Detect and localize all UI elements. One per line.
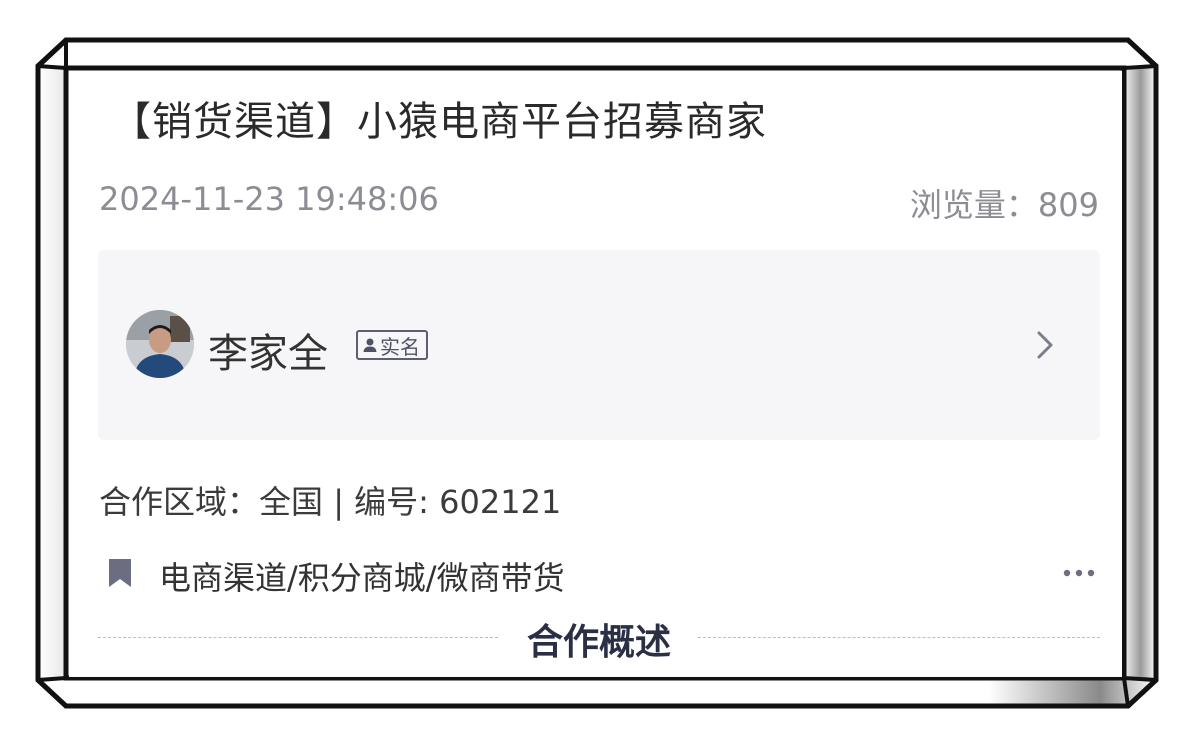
post-datetime: 2024-11-23 19:48:06	[99, 180, 439, 218]
bookmark-icon	[109, 559, 131, 587]
view-count-label: 浏览量：	[909, 186, 1038, 224]
view-count: 浏览量：809	[910, 180, 1099, 226]
person-icon	[363, 338, 377, 352]
more-dots-icon[interactable]	[1061, 567, 1101, 579]
divider-right	[698, 637, 1100, 638]
avatar[interactable]	[126, 310, 194, 378]
section-header: 合作概述	[98, 613, 1100, 663]
author-card[interactable]: 李家全 实名	[98, 250, 1100, 440]
post-card: 【销货渠道】小猿电商平台招募商家 2024-11-23 19:48:06 浏览量…	[69, 71, 1122, 677]
number-value: 602121	[439, 483, 562, 521]
author-name: 李家全	[208, 331, 328, 377]
post-title: 【销货渠道】小猿电商平台招募商家	[111, 99, 767, 145]
region-label: 合作区域：	[99, 483, 260, 521]
separator: |	[323, 483, 355, 521]
category-tags: 电商渠道/积分商城/微商带货	[99, 553, 1101, 597]
category-text: 电商渠道/积分商城/微商带货	[159, 559, 565, 597]
user-avatar-photo	[126, 310, 194, 378]
view-count-value: 809	[1037, 186, 1099, 224]
chevron-right-icon[interactable]	[1034, 330, 1056, 360]
verified-badge: 实名	[356, 330, 428, 360]
region-value: 全国	[259, 483, 324, 521]
region-and-number: 合作区域：全国 | 编号: 602121	[99, 477, 561, 523]
number-label: 编号:	[354, 483, 440, 521]
section-title: 合作概述	[526, 622, 671, 663]
verified-badge-label: 实名	[380, 334, 420, 359]
